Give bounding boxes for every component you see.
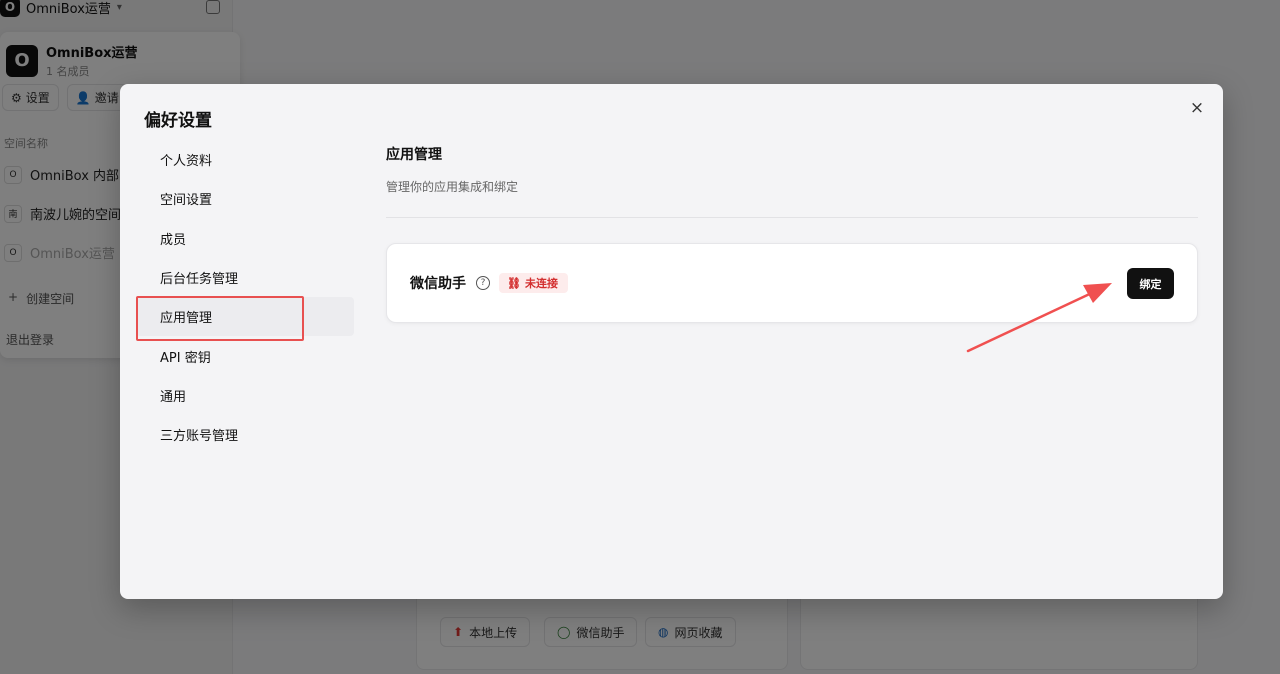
nav-item-members[interactable]: 成员	[136, 219, 354, 258]
nav-item-general[interactable]: 通用	[136, 376, 354, 415]
app-name: 微信助手	[410, 276, 466, 292]
status-badge: ⛓ 未连接	[499, 273, 568, 293]
preferences-modal: 偏好设置 × 个人资料 空间设置 成员 后台任务管理 应用管理 API 密钥 通…	[120, 84, 1223, 599]
unlink-icon: ⛓	[507, 276, 521, 290]
modal-title: 偏好设置	[144, 111, 212, 131]
preferences-nav: 个人资料 空间设置 成员 后台任务管理 应用管理 API 密钥 通用 三方账号管…	[136, 140, 354, 454]
nav-item-api-keys[interactable]: API 密钥	[136, 336, 354, 375]
divider	[386, 217, 1198, 218]
nav-item-space-settings[interactable]: 空间设置	[136, 179, 354, 218]
nav-item-third-party-accounts[interactable]: 三方账号管理	[136, 415, 354, 454]
help-icon[interactable]: ?	[476, 276, 490, 290]
app-management-panel: 应用管理 管理你的应用集成和绑定 微信助手 ? ⛓ 未连接 绑定	[386, 144, 1198, 323]
section-description: 管理你的应用集成和绑定	[386, 180, 519, 194]
nav-item-profile[interactable]: 个人资料	[136, 140, 354, 179]
bind-button[interactable]: 绑定	[1127, 268, 1174, 299]
nav-item-background-tasks[interactable]: 后台任务管理	[136, 258, 354, 297]
close-icon[interactable]: ×	[1187, 98, 1207, 118]
section-title: 应用管理	[386, 147, 442, 163]
app-card-wechat-assistant: 微信助手 ? ⛓ 未连接 绑定	[386, 243, 1198, 323]
status-label: 未连接	[524, 277, 558, 290]
nav-item-app-management[interactable]: 应用管理	[136, 296, 354, 342]
